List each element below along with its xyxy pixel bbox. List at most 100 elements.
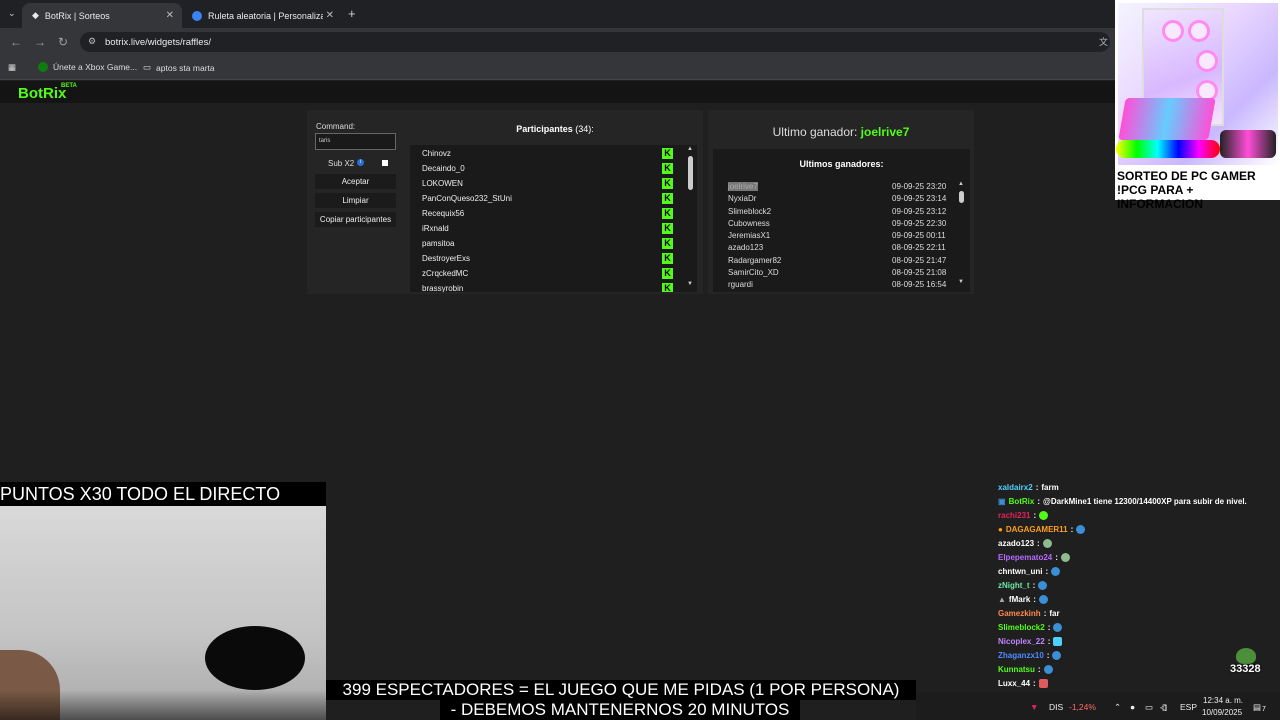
goal-ticker-line-1: 399 ESPECTADORES = EL JUEGO QUE ME PIDAS… <box>326 680 916 700</box>
scroll-up-icon[interactable]: ▲ <box>687 146 693 152</box>
chat-user: chntwn_uni <box>998 567 1043 576</box>
network-icon[interactable]: ▭ <box>1145 702 1153 713</box>
winners-list[interactable]: joelrive7 09-09-25 23:20 NyxiaDr 09-09-2… <box>713 149 970 292</box>
close-icon[interactable]: ✕ <box>326 10 334 21</box>
winner-date: 08-09-25 21:08 <box>892 268 947 277</box>
folder-icon: ▭ <box>143 62 152 72</box>
winner-date: 08-09-25 21:47 <box>892 256 947 265</box>
winner-date: 08-09-25 22:11 <box>892 243 946 252</box>
site-header <box>0 81 1115 103</box>
rgb-light-bar-image <box>1116 140 1220 158</box>
clock-date[interactable]: 10/09/2025 <box>1202 708 1242 717</box>
chat-message: Nicoplex_22: <box>998 637 1063 646</box>
url-text: botrix.live/widgets/raffles/ <box>105 37 211 48</box>
clear-button[interactable]: Limpiar <box>315 193 396 208</box>
chat-message: Elpepemato24: <box>998 553 1070 562</box>
translate-icon[interactable]: 文 <box>1099 35 1108 48</box>
chat-message: ▣ BotRix: @DarkMine1 tiene 12300/14400XP p… <box>998 497 1247 506</box>
scroll-down-icon[interactable]: ▼ <box>687 281 693 287</box>
sub-x2-checkbox[interactable] <box>382 160 388 166</box>
battery-icon[interactable]: ▯ <box>1162 702 1167 713</box>
tab-search-chevron-icon[interactable]: ⌄ <box>8 8 16 19</box>
chat-user: azado123 <box>998 539 1035 548</box>
badge-icon: ▲ <box>998 595 1006 604</box>
emote-icon <box>1039 511 1049 520</box>
chat-user: DAGAGAMER11 <box>1005 525 1068 534</box>
emote-icon <box>1051 567 1061 576</box>
address-bar[interactable] <box>80 32 1110 52</box>
badge-icon: ● <box>998 525 1003 534</box>
apps-grid-icon[interactable]: ▦ <box>8 62 16 73</box>
chat-text: @DarkMine1 tiene 12300/14400XP para subi… <box>1043 497 1247 506</box>
command-input[interactable]: taris <box>315 133 396 150</box>
chat-message: rachi231: <box>998 511 1049 520</box>
chat-text: far <box>1049 609 1060 618</box>
accept-button[interactable]: Aceptar <box>315 174 396 189</box>
viewer-count: 33328 <box>1230 663 1261 675</box>
command-label: Command: <box>316 122 356 131</box>
clock-time[interactable]: 12:34 a. m. <box>1203 696 1243 705</box>
stock-ticker[interactable]: DIS <box>1049 702 1063 712</box>
mic-icon[interactable]: ● <box>1130 702 1135 712</box>
chat-user: Gamezkinh <box>998 609 1041 618</box>
close-icon[interactable]: ✕ <box>166 10 174 21</box>
participants-title: Participantes (34): <box>410 124 700 134</box>
site-info-icon[interactable]: ⚙ <box>88 36 96 47</box>
emote-icon <box>1038 595 1048 604</box>
list-item: pamsitoa <box>422 239 455 248</box>
tab-botrix[interactable]: ◆ BotRix | Sorteos ✕ <box>22 3 182 28</box>
chat-message: Kunnatsu: <box>998 665 1053 674</box>
copy-participants-button[interactable]: Copiar participantes <box>315 212 396 227</box>
botrix-logo[interactable]: BotRix <box>18 85 66 102</box>
new-tab-plus-icon[interactable]: + <box>348 6 356 21</box>
winner-name: SamirCito_XD <box>728 268 779 277</box>
emote-icon <box>1042 539 1052 548</box>
tab-ruleta[interactable]: Ruleta aleatoria | Personaliza y ✕ <box>182 3 342 28</box>
winners-scrollbar[interactable] <box>959 191 964 203</box>
participants-scrollbar[interactable] <box>688 156 693 190</box>
reload-icon[interactable]: ↻ <box>58 35 68 49</box>
bot-icon: ▣ <box>998 497 1006 506</box>
scroll-down-icon[interactable]: ▼ <box>958 279 964 285</box>
chat-message: Slimeblock2: <box>998 623 1063 632</box>
microphone-image <box>205 626 305 690</box>
chat-user: BotRix <box>1008 497 1035 506</box>
back-arrow-icon[interactable]: ← <box>10 35 22 49</box>
scroll-up-icon[interactable]: ▲ <box>958 181 964 187</box>
info-icon[interactable]: i <box>357 159 364 166</box>
chat-user: Elpepemato24 <box>998 553 1053 562</box>
chat-user: Kunnatsu <box>998 665 1035 674</box>
notifications-icon[interactable]: ▤ <box>1253 702 1261 713</box>
winner-name: JeremiasX1 <box>728 231 771 240</box>
tab-title: BotRix | Sorteos <box>44 10 110 21</box>
chat-message: azado123: <box>998 539 1052 548</box>
chat-message: ▲ fMark: <box>998 595 1048 604</box>
list-item: zCrqckedMC <box>422 269 469 278</box>
list-item: Decaindo_0 <box>422 164 465 173</box>
ad-line-1: SORTEO DE PC GAMER <box>1117 169 1256 183</box>
tray-expand-icon[interactable]: ⌃ <box>1114 702 1121 713</box>
winner-name: NyxiaDr <box>728 194 757 203</box>
winner-date: 09-09-25 23:20 <box>892 182 947 191</box>
ad-line-2: !PCG PARA + INFORMACION <box>1117 183 1203 211</box>
chat-user: xaldairx2 <box>998 483 1033 492</box>
tab-title: Ruleta aleatoria | Personaliza y <box>208 10 323 21</box>
last-winner-name: joelrive7 <box>860 125 910 139</box>
chat-message: chntwn_uni: <box>998 567 1061 576</box>
emote-icon <box>1076 525 1086 534</box>
chat-user: fMark <box>1008 595 1031 604</box>
chat-text: farm <box>1041 483 1059 492</box>
xbox-icon <box>38 62 48 72</box>
bookmark-folder-aptos[interactable]: ▭ aptos sta marta <box>143 62 215 73</box>
forward-arrow-icon[interactable]: → <box>34 35 46 49</box>
participants-list[interactable]: Chinovz Decaindo_0 LOKOWEN PanConQueso23… <box>410 145 697 292</box>
chat-message: Zhaganzx10: <box>998 651 1062 660</box>
stock-icon[interactable]: ▼ <box>1030 702 1038 712</box>
language-indicator[interactable]: ESP <box>1180 702 1197 712</box>
chat-user: rachi231 <box>998 511 1031 520</box>
chat-user: Nicoplex_22 <box>998 637 1045 646</box>
fan-icon <box>1188 20 1210 42</box>
chat-message: Gamezkinh: far <box>998 609 1060 618</box>
bookmark-xbox[interactable]: Únete a Xbox Game... <box>38 62 137 72</box>
chat-message: ● DAGAGAMER11: <box>998 525 1086 534</box>
